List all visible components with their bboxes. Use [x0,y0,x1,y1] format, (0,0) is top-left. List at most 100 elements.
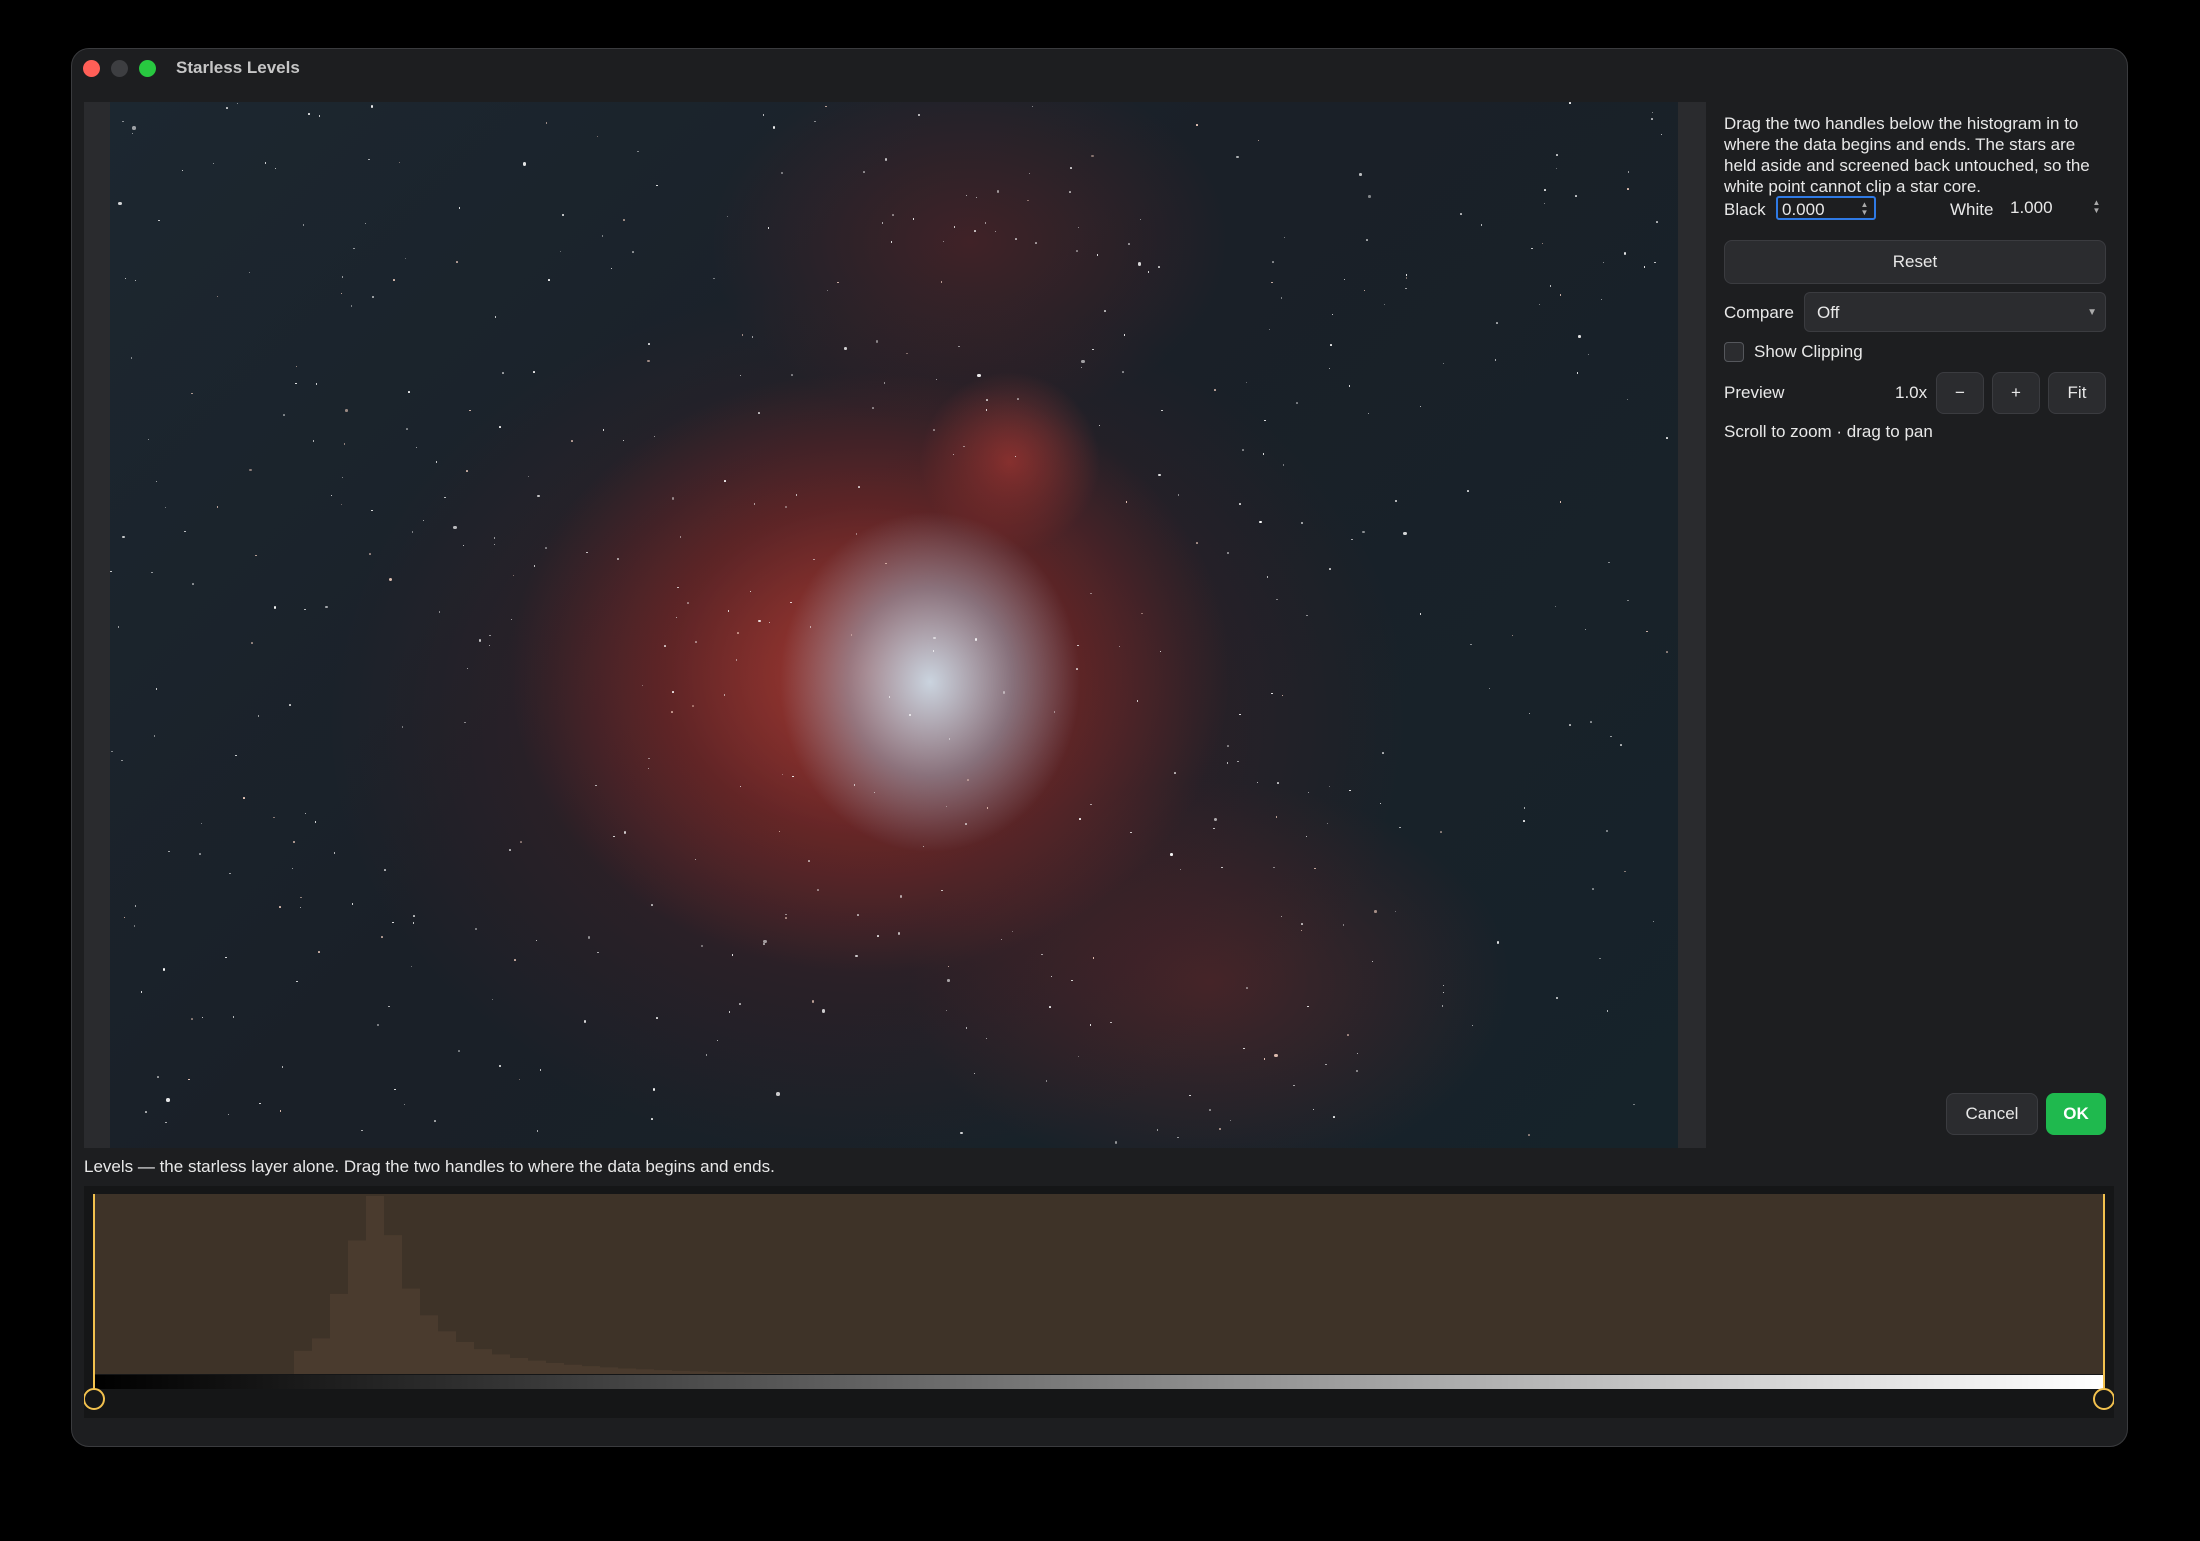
star [1605,829,1608,833]
star [1342,924,1345,926]
star [723,694,726,696]
star [1620,744,1622,746]
star [953,226,956,228]
histogram-bin [510,1357,528,1374]
star [1243,1047,1245,1050]
white-point-handle[interactable] [2093,1388,2114,1410]
star [1331,313,1334,316]
star [648,757,650,760]
star [153,735,155,737]
star [814,120,816,123]
star [147,438,150,441]
star [1347,1034,1349,1036]
star [274,167,277,170]
histogram-bin [798,1373,816,1374]
zoom-window-button[interactable] [139,60,156,77]
star [1273,866,1275,869]
star [1405,274,1408,276]
star [1104,310,1106,312]
show-clipping-label[interactable]: Show Clipping [1754,342,1863,362]
levels-histogram[interactable] [84,1186,2114,1418]
star [384,869,386,871]
star [749,590,752,593]
histogram-bin [312,1338,330,1374]
star [308,113,310,115]
fit-button[interactable]: Fit [2048,372,2106,414]
star [236,102,239,105]
star [622,439,625,442]
star [453,525,457,530]
star [1348,385,1351,387]
star [994,230,997,233]
star [785,917,787,919]
star [548,279,550,281]
star [1330,344,1332,346]
star [1329,568,1331,570]
star [1624,870,1626,873]
histogram-bin [636,1369,654,1374]
star [522,162,527,166]
star [216,295,219,298]
minimize-window-button[interactable] [111,60,128,77]
star [945,805,947,808]
close-window-button[interactable] [83,60,100,77]
star [151,571,153,574]
star [314,821,317,823]
star [1367,412,1370,415]
zoom-in-button[interactable]: + [1992,372,2040,414]
star [489,634,491,637]
black-point-spinbox[interactable]: 0.000 ▲ ▼ [1776,196,1876,220]
star [469,409,471,412]
star [1282,464,1285,466]
star [188,1078,190,1081]
cancel-button[interactable]: Cancel [1946,1093,2038,1135]
histogram-svg[interactable] [84,1186,2114,1418]
star [1528,712,1531,715]
star [1283,236,1286,239]
star [325,605,328,609]
star [509,849,511,851]
star [318,115,321,117]
star [656,1017,658,1019]
star [1177,1136,1179,1139]
nebula-image[interactable] [110,102,1678,1148]
star [808,860,810,862]
star [122,120,124,123]
star [1480,224,1483,226]
star [875,340,879,343]
show-clipping-checkbox[interactable] [1724,342,1744,362]
star [343,443,346,445]
star [1328,785,1331,788]
star [1080,366,1083,369]
compare-dropdown[interactable]: Off ▼ [1804,292,2106,332]
star [960,1131,963,1135]
star [229,872,231,875]
star [892,214,894,216]
star [996,190,1000,193]
star [434,1120,436,1122]
star [974,230,976,232]
star [1442,984,1445,987]
zoom-out-button[interactable]: − [1936,372,1984,414]
white-point-spinbox[interactable]: 1.000 ▲ ▼ [2006,196,2106,220]
histogram-bin [348,1240,366,1374]
black-point-handle[interactable] [84,1388,105,1410]
ok-button[interactable]: OK [2046,1093,2106,1135]
star [514,959,516,961]
star [958,345,960,348]
star [1236,155,1239,159]
star [388,577,393,582]
star [739,374,742,377]
image-preview-area[interactable] [84,102,1706,1148]
reset-button[interactable]: Reset [1724,240,2106,284]
star [763,943,765,945]
black-spin-arrows-icon[interactable]: ▲ ▼ [1858,201,1871,217]
white-spin-arrows-icon[interactable]: ▲ ▼ [2090,199,2103,215]
star [656,184,658,187]
star [724,480,726,482]
star [772,126,776,129]
star [1257,139,1260,142]
star [406,428,408,430]
star [855,533,858,535]
star [121,759,123,762]
